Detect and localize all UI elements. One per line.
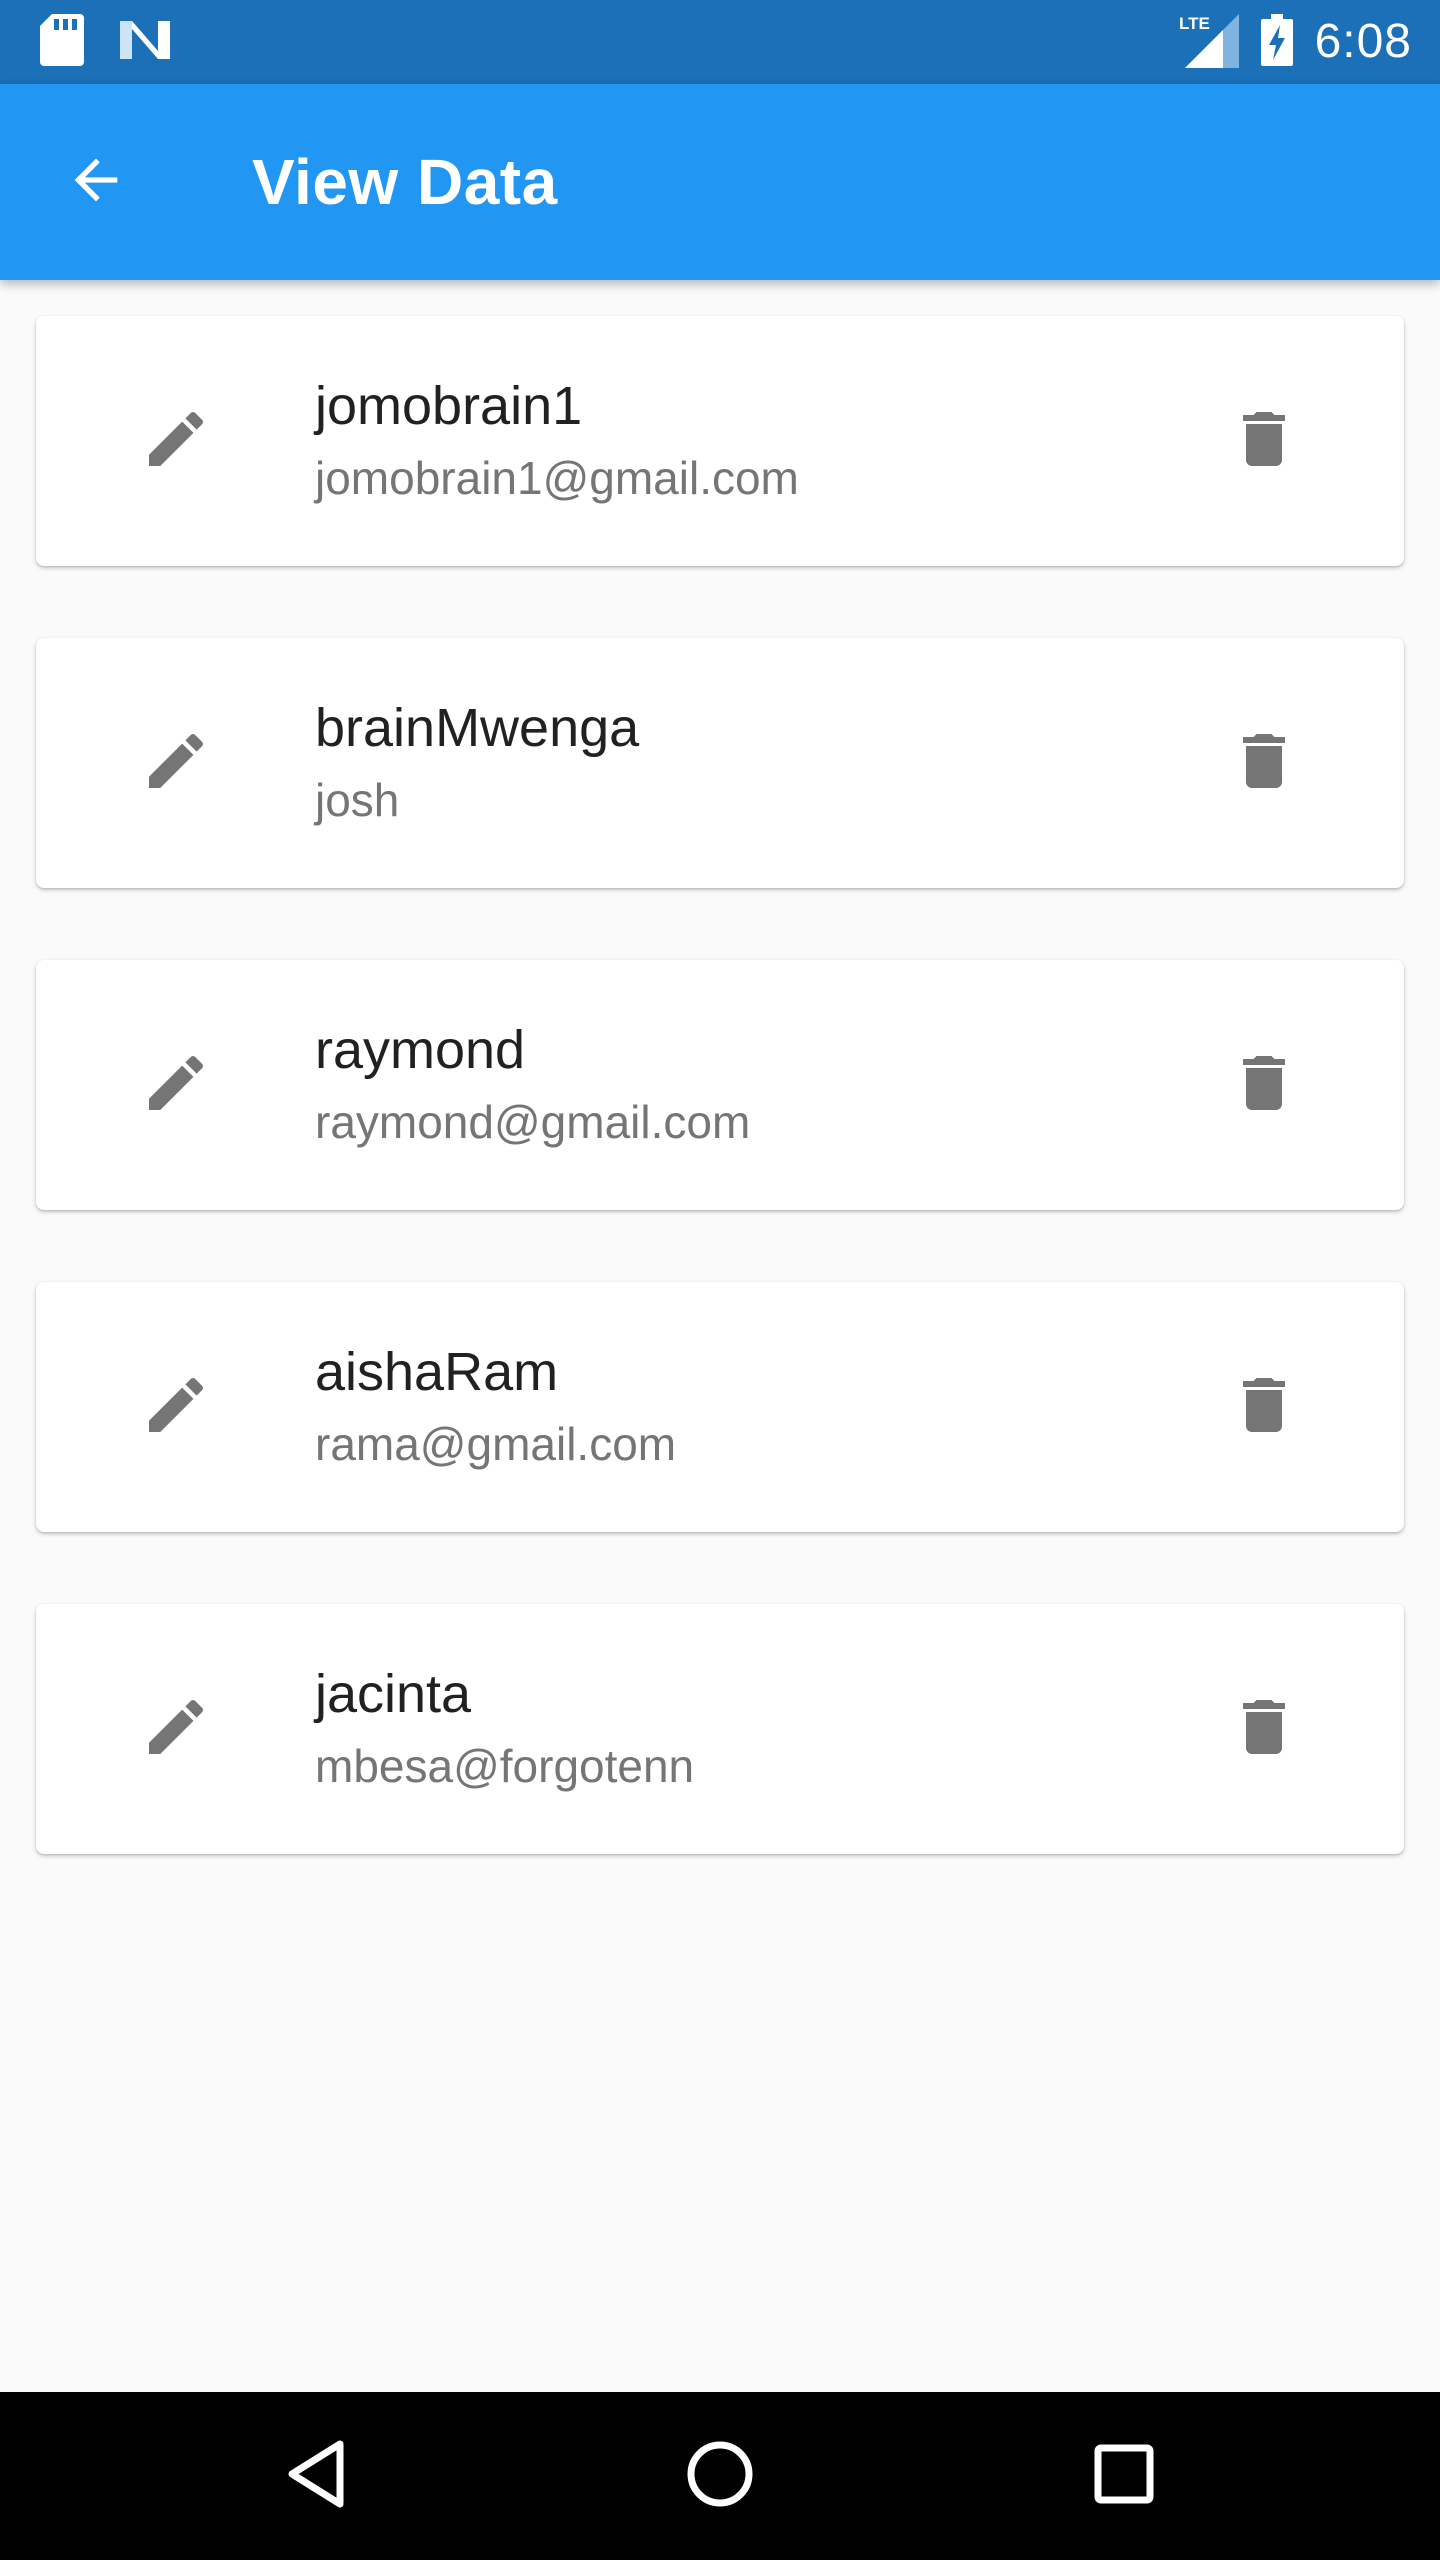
trash-icon — [1228, 1691, 1300, 1768]
record-email: raymond@gmail.com — [315, 1096, 751, 1148]
record-name: raymond — [315, 1020, 526, 1080]
back-button[interactable] — [48, 134, 144, 230]
edit-button[interactable] — [128, 393, 224, 489]
record-name: jacinta — [315, 1664, 472, 1724]
edit-button[interactable] — [128, 715, 224, 811]
record-name: brainMwenga — [315, 698, 640, 758]
trash-icon — [1228, 1047, 1300, 1124]
record-card: brainMwenga josh — [36, 638, 1404, 888]
delete-button[interactable] — [1216, 715, 1312, 811]
back-triangle-icon — [284, 2438, 348, 2515]
trash-icon — [1228, 725, 1300, 802]
delete-button[interactable] — [1216, 1359, 1312, 1455]
record-card: aishaRam rama@gmail.com — [36, 1282, 1404, 1532]
pencil-icon — [140, 725, 212, 802]
network-type-label: LTE — [1179, 14, 1210, 33]
status-bar: LTE 6:08 — [0, 0, 1440, 84]
n-notification-icon — [118, 17, 172, 68]
delete-button[interactable] — [1216, 1681, 1312, 1777]
delete-button[interactable] — [1216, 393, 1312, 489]
trash-icon — [1228, 403, 1300, 480]
battery-charging-icon — [1260, 13, 1293, 71]
record-card: jacinta mbesa@forgotenn — [36, 1604, 1404, 1854]
pencil-icon — [140, 1691, 212, 1768]
app-bar: View Data — [0, 84, 1440, 280]
trash-icon — [1228, 1369, 1300, 1446]
record-card: raymond raymond@gmail.com — [36, 960, 1404, 1210]
nav-recents-button[interactable] — [1064, 2416, 1184, 2536]
record-email: jomobrain1@gmail.com — [315, 452, 799, 504]
clock: 6:08 — [1314, 15, 1412, 68]
pencil-icon — [140, 1047, 212, 1124]
system-navigation-bar — [0, 2392, 1440, 2560]
record-email: josh — [315, 774, 400, 826]
edit-button[interactable] — [128, 1359, 224, 1455]
home-circle-icon — [684, 2438, 756, 2515]
nav-back-button[interactable] — [256, 2416, 376, 2536]
record-email: mbesa@forgotenn — [315, 1740, 695, 1792]
pencil-icon — [140, 403, 212, 480]
recents-square-icon — [1092, 2442, 1156, 2511]
nav-home-button[interactable] — [660, 2416, 780, 2536]
record-name: aishaRam — [315, 1342, 559, 1402]
edit-button[interactable] — [128, 1681, 224, 1777]
delete-button[interactable] — [1216, 1037, 1312, 1133]
sd-card-icon — [40, 13, 84, 71]
arrow-back-icon — [64, 148, 128, 217]
edit-button[interactable] — [128, 1037, 224, 1133]
lte-signal-icon: LTE — [1179, 12, 1239, 73]
record-card: jomobrain1 jomobrain1@gmail.com — [36, 316, 1404, 566]
record-name: jomobrain1 — [315, 376, 583, 436]
page-title: View Data — [252, 146, 558, 218]
pencil-icon — [140, 1369, 212, 1446]
record-email: rama@gmail.com — [315, 1418, 677, 1470]
record-list: jomobrain1 jomobrain1@gmail.com brainMwe… — [36, 316, 1404, 1926]
